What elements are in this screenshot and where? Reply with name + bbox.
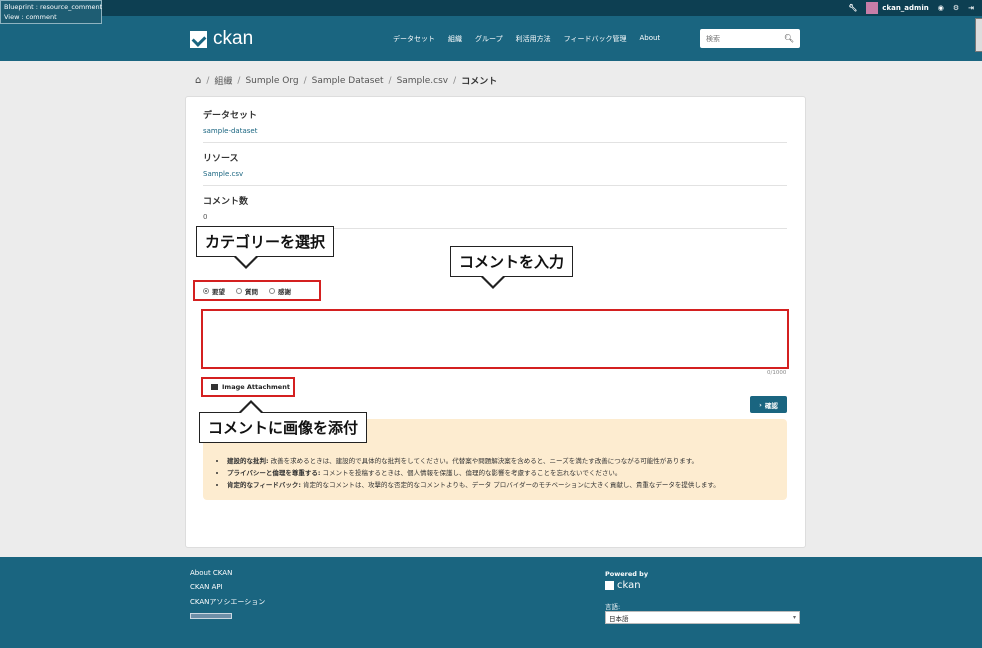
confirm-button[interactable]: › 確認	[750, 396, 787, 413]
settings-icon[interactable]: ⚙	[953, 4, 959, 12]
callout-category: カテゴリーを選択	[196, 226, 335, 269]
callout-category-text: カテゴリーを選択	[205, 233, 326, 251]
avatar	[866, 2, 879, 14]
category-label: 質問	[245, 287, 258, 296]
image-attachment-label: Image Attachment	[222, 383, 290, 391]
character-counter: 0/1000	[767, 370, 787, 376]
breadcrumb-resource[interactable]: Sample.csv	[397, 76, 449, 86]
site-footer: About CKAN CKAN API CKANアソシエーション Powered…	[0, 557, 982, 648]
account-area: 🔧︎ ckan_admin ◉ ⚙ ⇥	[848, 0, 974, 16]
logout-icon[interactable]: ⇥	[968, 4, 974, 12]
nav-item-groups[interactable]: グループ	[475, 34, 503, 44]
comment-count-label: コメント数	[203, 197, 249, 207]
search-input[interactable]	[706, 34, 776, 43]
license-badge[interactable]	[190, 613, 232, 619]
search-icon[interactable]: 🔍︎	[784, 34, 794, 43]
search-box: 🔍︎	[700, 29, 800, 48]
user-link[interactable]: ckan_admin	[866, 2, 929, 14]
ckan-logo-icon	[605, 581, 614, 590]
category-label: 要望	[212, 287, 225, 296]
callout-comment: コメントを入力	[450, 246, 574, 289]
breadcrumb-dataset[interactable]: Sample Dataset	[312, 76, 384, 86]
chevron-down-icon: ▾	[792, 614, 796, 621]
category-radio-group: 要望 質問 感謝	[193, 280, 321, 301]
site-logo[interactable]: ckan	[190, 28, 253, 50]
dataset-link[interactable]: sample-dataset	[203, 127, 787, 135]
guideline-item: プライバシーと倫理を尊重する: コメントを投稿するときは、個人情報を保護し、倫理…	[227, 467, 777, 479]
username: ckan_admin	[882, 4, 929, 12]
nav-item-usage[interactable]: 利活用方法	[516, 34, 551, 44]
image-icon	[211, 384, 218, 390]
callout-attach: コメントに画像を添付	[199, 400, 368, 443]
breadcrumb-organizations[interactable]: 組織	[214, 74, 232, 87]
powered-by-label: Powered by	[605, 570, 649, 578]
logo-text: ckan	[213, 28, 254, 49]
breadcrumb-separator: /	[303, 75, 307, 86]
home-icon[interactable]: ⌂	[195, 75, 201, 86]
footer-link-about[interactable]: About CKAN	[190, 569, 265, 577]
nav-item-about[interactable]: About	[639, 34, 660, 44]
radio-icon	[236, 287, 242, 294]
footer-link-api[interactable]: CKAN API	[190, 583, 265, 591]
dataset-field: データセット sample-dataset	[203, 108, 787, 135]
resource-label: リソース	[203, 154, 239, 164]
resource-field: リソース Sample.csv	[203, 151, 787, 178]
breadcrumb-separator: /	[206, 75, 210, 86]
dashboard-icon[interactable]: ◉	[938, 4, 944, 12]
debug-info: Blueprint : resource_comment View : comm…	[0, 0, 102, 24]
ckan-logo-icon	[190, 30, 207, 48]
language-value: 日本語	[609, 614, 629, 623]
edge-thumbnail	[975, 18, 982, 52]
guideline-item: 肯定的なフィードバック: 肯定的なコメントは、攻撃的な否定的なコメントよりも、デ…	[227, 479, 777, 491]
nav-item-feedback[interactable]: フィードバック管理	[564, 34, 627, 44]
breadcrumb-current: コメント	[461, 77, 498, 87]
breadcrumb: ⌂ / 組織 / Sumple Org / Sample Dataset / S…	[195, 74, 497, 87]
main-nav: データセット 組織 グループ 利活用方法 フィードバック管理 About	[393, 34, 660, 44]
callout-comment-text: コメントを入力	[459, 253, 565, 271]
breadcrumb-separator: /	[237, 75, 241, 86]
top-account-bar: 🔧︎ ckan_admin ◉ ⚙ ⇥	[0, 0, 982, 16]
breadcrumb-separator: /	[388, 75, 392, 86]
image-attachment-button[interactable]: Image Attachment	[201, 377, 295, 397]
callout-tail	[239, 400, 263, 413]
powered-by-logo[interactable]: ckan	[605, 580, 648, 591]
category-option-request[interactable]: 要望	[203, 286, 225, 296]
language-select[interactable]: 日本語 ▾	[605, 611, 800, 624]
category-label: 感謝	[278, 287, 291, 296]
comment-count-field: コメント数 0	[203, 194, 787, 221]
callout-attach-text: コメントに画像を添付	[208, 419, 359, 437]
category-option-question[interactable]: 質問	[236, 286, 258, 296]
breadcrumb-separator: /	[453, 75, 457, 86]
resource-link[interactable]: Sample.csv	[203, 170, 787, 178]
footer-link-association[interactable]: CKANアソシエーション	[190, 597, 265, 607]
dataset-label: データセット	[203, 111, 258, 121]
nav-item-organizations[interactable]: 組織	[448, 34, 462, 44]
masthead: ckan データセット 組織 グループ 利活用方法 フィードバック管理 Abou…	[0, 16, 982, 61]
divider	[203, 185, 787, 186]
callout-tail	[481, 276, 505, 289]
guideline-item: 建設的な批判: 改善を求めるときは、建設的で具体的な批判をしてください。代替案や…	[227, 455, 777, 467]
wrench-icon[interactable]: 🔧︎	[848, 4, 857, 12]
language-label: 言語:	[605, 603, 621, 611]
powered-by: Powered by ckan	[605, 570, 648, 591]
comment-count-value: 0	[203, 213, 208, 221]
chevron-right-icon: ›	[759, 400, 762, 409]
callout-tail	[234, 256, 258, 269]
comment-textarea[interactable]	[201, 309, 789, 369]
divider	[203, 142, 787, 143]
nav-item-datasets[interactable]: データセット	[393, 34, 435, 44]
debug-blueprint: Blueprint : resource_comment	[4, 3, 103, 11]
radio-checked-icon	[203, 287, 209, 294]
radio-icon	[269, 287, 275, 294]
debug-view: View : comment	[4, 13, 57, 21]
confirm-label: 確認	[764, 401, 778, 410]
breadcrumb-org[interactable]: Sumple Org	[245, 76, 298, 86]
category-option-thanks[interactable]: 感謝	[269, 286, 291, 296]
footer-links: About CKAN CKAN API CKANアソシエーション	[190, 569, 265, 619]
